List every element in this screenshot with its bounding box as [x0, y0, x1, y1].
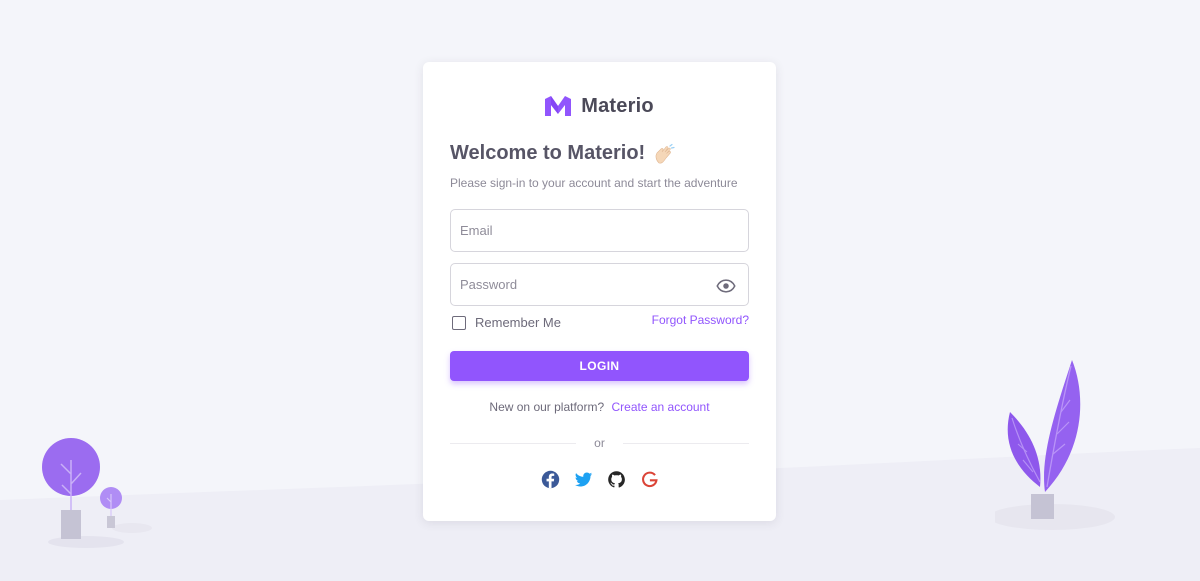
login-card: Materio Welcome to Materio! Please sign-…: [423, 62, 776, 521]
facebook-icon[interactable]: [541, 470, 560, 489]
brand: Materio: [423, 95, 776, 118]
forgot-password-link[interactable]: Forgot Password?: [652, 313, 749, 327]
divider-text: or: [594, 436, 605, 450]
social-login-buttons: [423, 470, 776, 489]
eye-icon[interactable]: [716, 276, 736, 296]
divider-line-right: [622, 442, 750, 444]
create-account-link[interactable]: Create an account: [612, 400, 710, 414]
google-icon[interactable]: [640, 470, 659, 489]
welcome-subtitle: Please sign-in to your account and start…: [450, 176, 738, 190]
welcome-title: Welcome to Materio!: [450, 142, 646, 164]
tree-decoration-left: [42, 438, 152, 548]
divider-line-left: [450, 442, 577, 444]
brand-name: Materio: [581, 95, 654, 117]
welcome-heading: Welcome to Materio!: [450, 142, 675, 165]
login-button[interactable]: LOGIN: [450, 351, 749, 381]
divider: or: [450, 436, 750, 450]
remember-me-checkbox[interactable]: Remember Me: [452, 315, 561, 330]
checkbox-box[interactable]: [452, 315, 466, 330]
materio-logo-icon: [545, 95, 572, 116]
waving-hand-icon: [655, 143, 675, 163]
signup-prompt: New on our platform? Create an account: [423, 400, 776, 414]
password-input[interactable]: [451, 264, 748, 305]
plant-decoration-right: [995, 360, 1115, 530]
remember-me-label: Remember Me: [475, 315, 561, 330]
password-field: [450, 263, 749, 306]
twitter-icon[interactable]: [574, 470, 593, 489]
github-icon[interactable]: [607, 470, 626, 489]
signup-text: New on our platform?: [489, 400, 605, 414]
form-options: Remember Me Forgot Password?: [450, 313, 749, 333]
email-field: [450, 209, 749, 252]
email-input[interactable]: [451, 210, 748, 251]
